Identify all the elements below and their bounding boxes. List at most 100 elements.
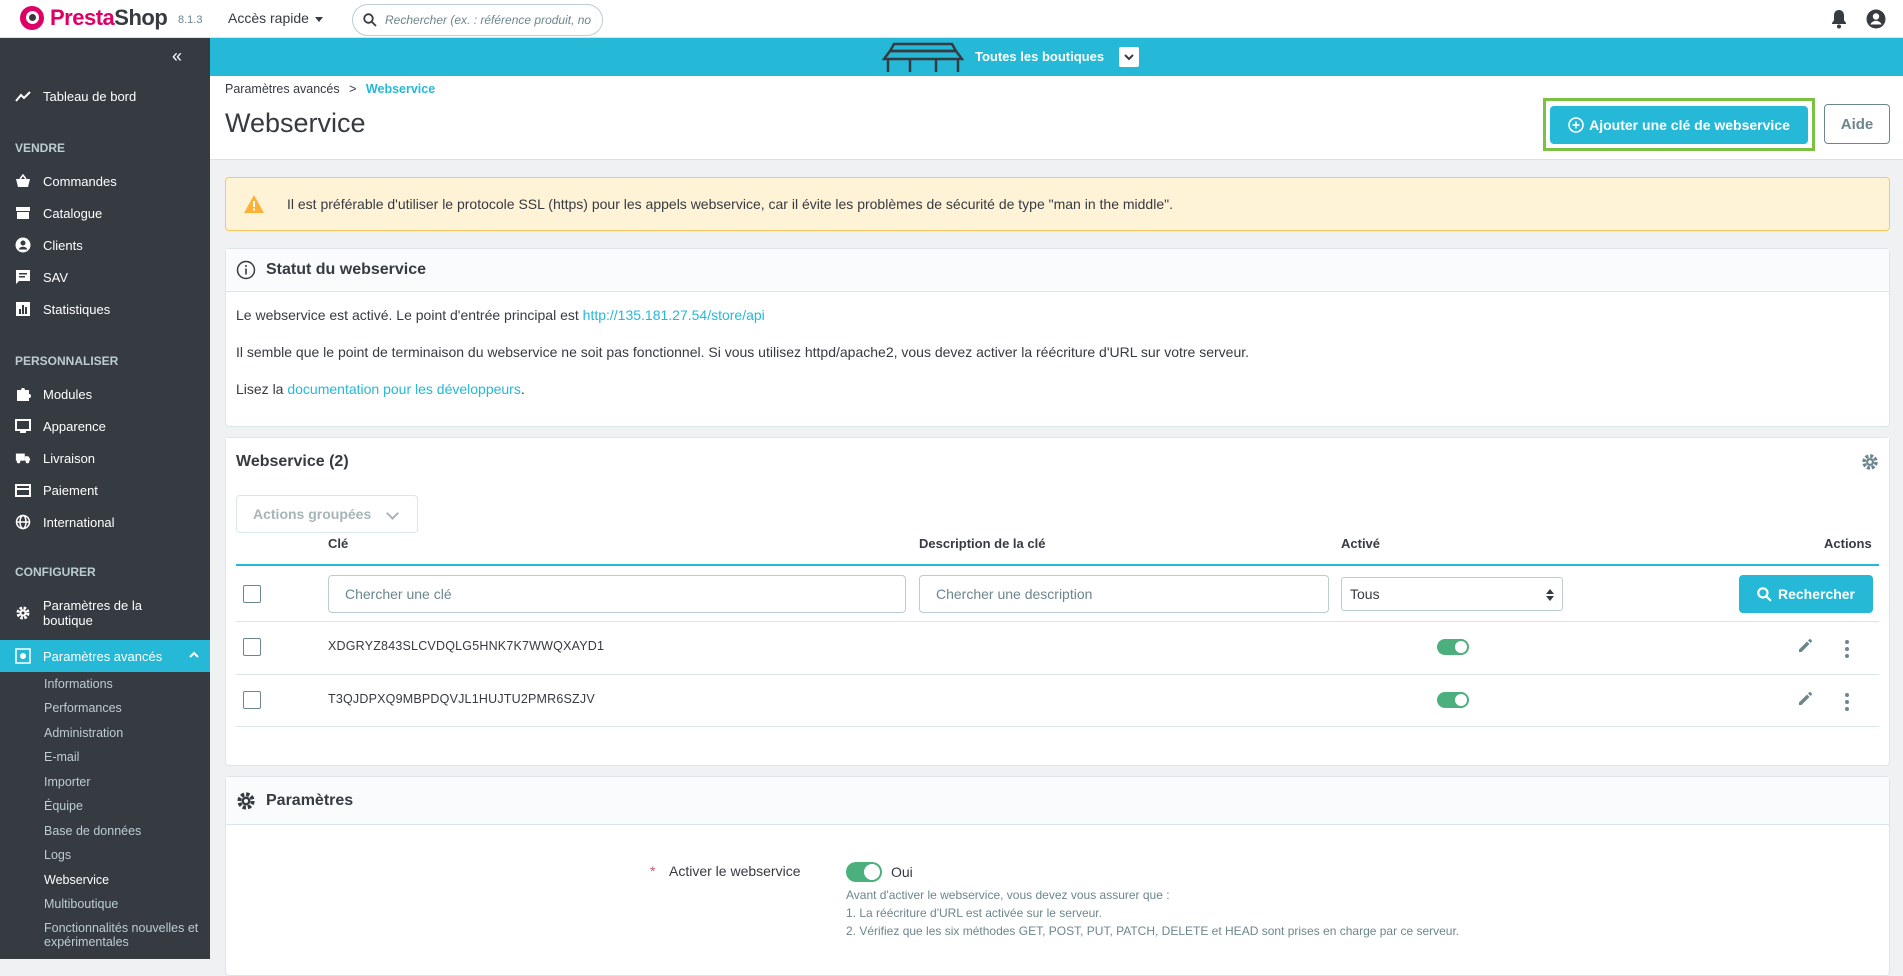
prestashop-logo[interactable]: PrestaShop: [20, 5, 168, 31]
collapse-sidebar-icon[interactable]: «: [172, 46, 182, 67]
submenu-item-team[interactable]: Équipe: [44, 799, 83, 813]
breadcrumb-parent[interactable]: Paramètres avancés: [225, 82, 340, 96]
sidebar-item-label: Clients: [43, 237, 83, 253]
key-filter-input[interactable]: Chercher une clé: [328, 575, 906, 613]
more-actions-icon[interactable]: [1845, 693, 1849, 714]
required-asterisk: *: [650, 863, 656, 879]
credit-card-icon: [15, 482, 31, 498]
sidebar-item-label: Catalogue: [43, 205, 103, 221]
section-sell: VENDRE: [15, 141, 66, 155]
row-active-toggle[interactable]: [1437, 692, 1469, 708]
developer-docs-link[interactable]: documentation pour les développeurs: [287, 381, 521, 397]
sidebar-item-label: Tableau de bord: [43, 88, 137, 104]
webservice-status-card: Statut du webservice Le webservice est a…: [225, 248, 1890, 427]
sidebar: « Tableau de bord VENDRE Commandes Catal…: [0, 38, 210, 959]
truck-icon: [15, 450, 31, 466]
add-circle-icon: [1568, 117, 1584, 133]
status-doc-prefix: Lisez la: [236, 381, 284, 397]
endpoint-link[interactable]: http://135.181.27.54/store/api: [583, 307, 765, 323]
card-header: Statut du webservice: [226, 249, 1889, 292]
sidebar-item-label: SAV: [43, 269, 69, 285]
submenu-item-database[interactable]: Base de données: [44, 824, 141, 838]
sidebar-item-catalog[interactable]: Catalogue: [15, 205, 102, 221]
column-header-active[interactable]: Activé: [1341, 536, 1380, 551]
sidebar-item-label: Paramètres de la boutique: [43, 598, 142, 628]
breadcrumb-separator: >: [349, 82, 357, 96]
search-input[interactable]: Rechercher (ex. : référence produit, no: [352, 4, 603, 36]
search-placeholder: Rechercher (ex. : référence produit, no: [385, 13, 592, 27]
row-key: T3QJDPXQ9MBPDQVJL1HUJTU2PMR6SZJV: [328, 692, 595, 706]
breadcrumb-current[interactable]: Webservice: [366, 82, 435, 96]
bulk-actions-dropdown[interactable]: Actions groupées: [236, 495, 418, 533]
search-filter-button[interactable]: Rechercher: [1739, 575, 1873, 613]
edit-pencil-icon[interactable]: [1797, 691, 1813, 707]
submenu-item-logs[interactable]: Logs: [44, 848, 71, 862]
enable-webservice-value: Oui: [891, 864, 913, 880]
column-header-key[interactable]: Clé: [328, 536, 348, 551]
active-filter-select[interactable]: Tous: [1341, 577, 1563, 611]
sidebar-item-modules[interactable]: Modules: [15, 386, 92, 402]
parameters-card: Paramètres * Activer le webservice Oui A…: [225, 776, 1890, 976]
description-filter-input[interactable]: Chercher une description: [919, 575, 1329, 613]
submenu-item-webservice[interactable]: Webservice: [44, 873, 109, 887]
submenu-item-import[interactable]: Importer: [44, 775, 91, 789]
enable-webservice-label: Activer le webservice: [669, 863, 801, 879]
help-button[interactable]: Aide: [1824, 104, 1890, 144]
quick-access-dropdown[interactable]: Accès rapide: [228, 10, 323, 26]
globe-icon: [15, 514, 31, 530]
search-icon: [363, 13, 377, 27]
section-configure: CONFIGURER: [15, 565, 96, 579]
chevron-down-icon: [1124, 54, 1134, 61]
column-header-description[interactable]: Description de la clé: [919, 536, 1045, 551]
page-header: Paramètres avancés > Webservice Webservi…: [210, 76, 1903, 160]
select-all-checkbox[interactable]: [243, 585, 261, 603]
submenu-item-email[interactable]: E-mail: [44, 750, 79, 764]
sidebar-item-label: Apparence: [43, 418, 106, 434]
store-icon: [15, 205, 31, 221]
sidebar-item-label: Statistiques: [43, 301, 111, 317]
sidebar-item-orders[interactable]: Commandes: [15, 173, 117, 189]
monitor-icon: [15, 418, 31, 434]
sidebar-item-dashboard[interactable]: Tableau de bord: [15, 88, 136, 104]
sidebar-item-shop-parameters[interactable]: Paramètres de la boutique: [15, 598, 200, 628]
sidebar-item-customers[interactable]: Clients: [15, 237, 83, 253]
row-active-toggle[interactable]: [1437, 639, 1469, 655]
sidebar-item-customer-service[interactable]: SAV: [15, 269, 68, 285]
column-header-actions: Actions: [1824, 536, 1872, 551]
breadcrumb: Paramètres avancés > Webservice: [225, 82, 435, 96]
row-checkbox[interactable]: [243, 691, 261, 709]
submenu-item-administration[interactable]: Administration: [44, 726, 123, 740]
help-line-3: 2. Vérifiez que les six méthodes GET, PO…: [846, 924, 1460, 938]
chat-icon: [15, 269, 31, 285]
sidebar-item-shipping[interactable]: Livraison: [15, 450, 95, 466]
edit-pencil-icon[interactable]: [1797, 638, 1813, 654]
status-line-3: Lisez la documentation pour les développ…: [236, 381, 525, 397]
settings-gear-icon[interactable]: [1861, 453, 1879, 471]
shop-awning-icon: [882, 42, 964, 72]
row-divider: [236, 674, 1879, 675]
row-key: XDGRYZ843SLCVDQLG5HNK7K7WWQXAYD1: [328, 639, 605, 653]
sidebar-item-appearance[interactable]: Apparence: [15, 418, 106, 434]
account-icon[interactable]: [1866, 9, 1886, 29]
notification-bell-icon[interactable]: [1830, 9, 1848, 29]
sidebar-item-advanced-parameters-row[interactable]: Paramètres avancés: [15, 648, 162, 664]
shop-context-dropdown[interactable]: [1119, 47, 1139, 67]
bar-chart-icon: [15, 301, 31, 317]
help-line-2: 1. La réécriture d'URL est activée sur l…: [846, 906, 1102, 920]
help-line-1: Avant d'activer le webservice, vous deve…: [846, 888, 1170, 902]
submenu-item-performance[interactable]: Performances: [44, 701, 122, 715]
enable-webservice-toggle[interactable]: [846, 862, 882, 882]
row-checkbox[interactable]: [243, 638, 261, 656]
sidebar-item-stats[interactable]: Statistiques: [15, 301, 110, 317]
warning-icon: [244, 195, 264, 213]
submenu-item-information[interactable]: Informations: [44, 677, 113, 691]
submenu-item-multistore[interactable]: Multiboutique: [44, 897, 118, 911]
info-icon: [236, 260, 256, 280]
sidebar-item-payment[interactable]: Paiement: [15, 482, 98, 498]
sidebar-item-international[interactable]: International: [15, 514, 115, 530]
list-header: Webservice (2): [226, 438, 1889, 486]
submenu-item-new-features[interactable]: Fonctionnalités nouvelles et expérimenta…: [44, 921, 209, 949]
select-arrows-icon: [1546, 589, 1554, 601]
add-webservice-key-button[interactable]: Ajouter une clé de webservice: [1550, 106, 1808, 144]
more-actions-icon[interactable]: [1845, 640, 1849, 661]
